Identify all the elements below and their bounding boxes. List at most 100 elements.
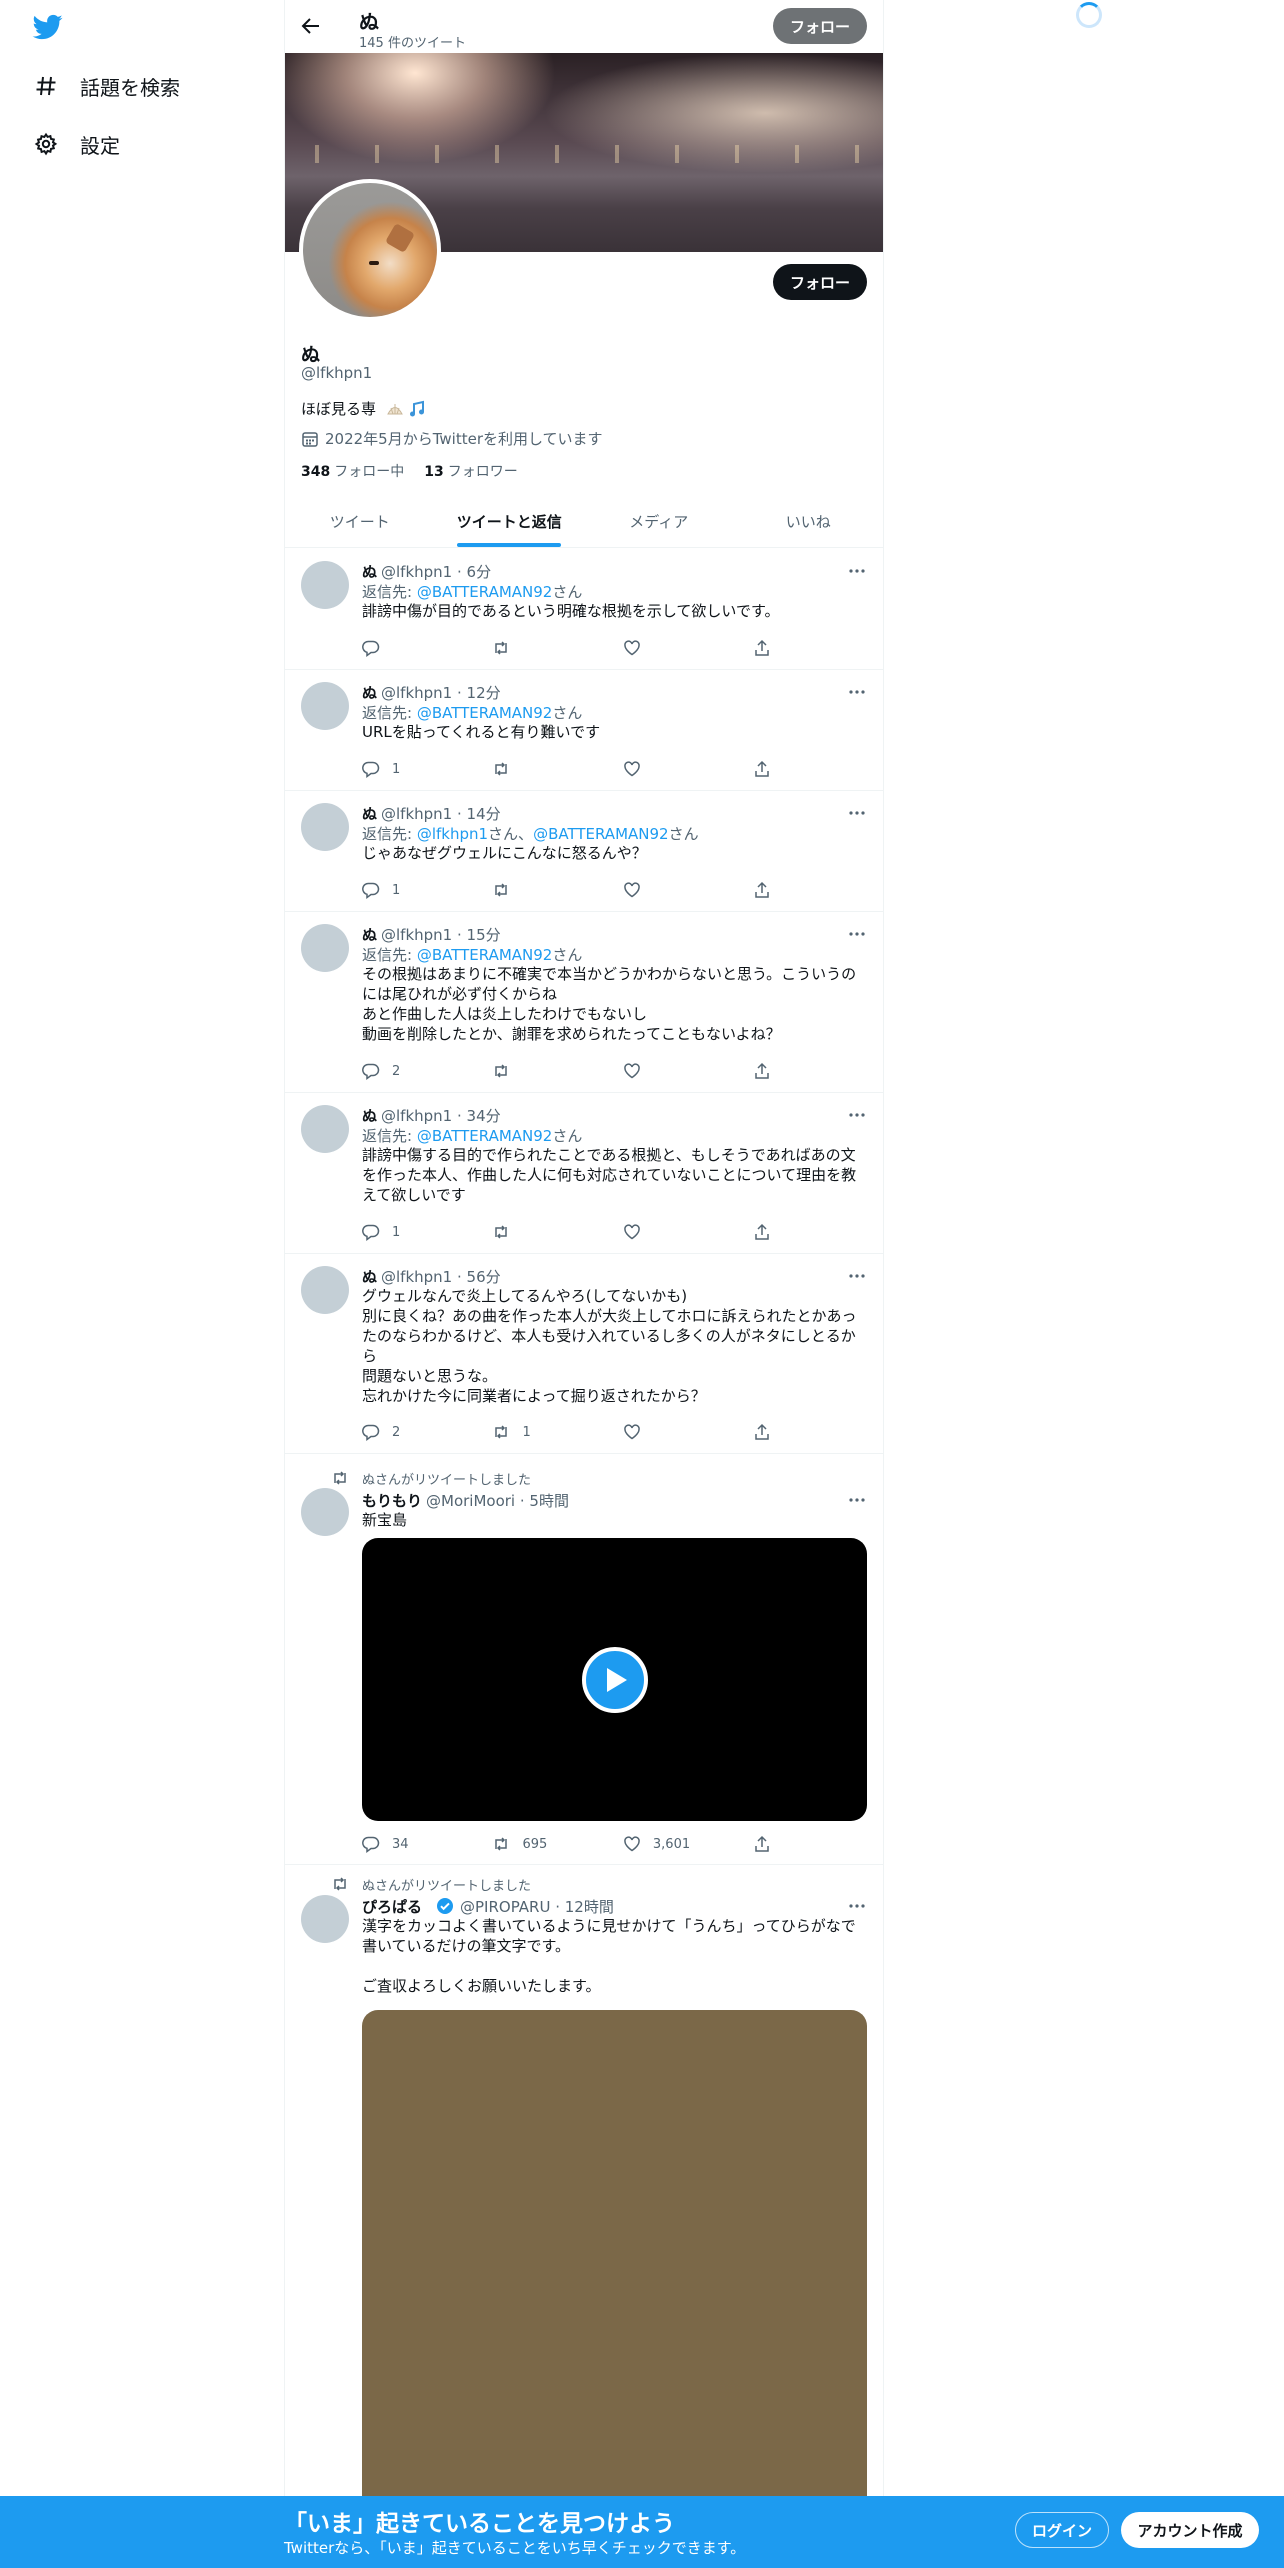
following-count: 348 bbox=[301, 464, 331, 480]
tweet-body: ぬ @lfkhpn1 · 14分 返信先: @lfkhpn1さん、@BATTERA… bbox=[362, 803, 867, 863]
follow-button[interactable]: フォロー bbox=[773, 264, 867, 300]
share-button[interactable] bbox=[753, 1061, 792, 1081]
play-icon bbox=[606, 1667, 627, 1692]
tweet-author-name[interactable]: ぬ bbox=[362, 803, 377, 824]
share-icon bbox=[755, 1835, 770, 1852]
reply-button[interactable]: 1 bbox=[362, 1222, 492, 1242]
tweet-author-name[interactable]: ぬ bbox=[362, 1266, 377, 1287]
like-button[interactable] bbox=[623, 759, 753, 779]
reply-mention[interactable]: @BATTERAMAN92 bbox=[533, 825, 669, 843]
retweet-button[interactable] bbox=[492, 638, 622, 658]
heart-icon bbox=[624, 1424, 640, 1440]
retweeted-by-label[interactable]: ぬさんがリツイートしました bbox=[362, 1875, 531, 1894]
like-button[interactable] bbox=[623, 1422, 753, 1442]
reply-mention[interactable]: @BATTERAMAN92 bbox=[417, 583, 553, 601]
reply-mention[interactable]: @lfkhpn1 bbox=[417, 825, 488, 843]
nav-explore[interactable]: 話題を検索 bbox=[34, 66, 180, 106]
retweet-button[interactable] bbox=[492, 759, 622, 779]
profile-avatar[interactable] bbox=[299, 179, 441, 321]
tweet[interactable]: ぬ @lfkhpn1 · 56分 グウェルなんで炎上してるんやろ(してないかも) … bbox=[285, 1254, 883, 1454]
tweet-photo[interactable] bbox=[362, 2010, 867, 2510]
retweet-icon bbox=[495, 762, 508, 776]
twitter-bird-icon[interactable] bbox=[30, 12, 66, 42]
play-button[interactable] bbox=[581, 1646, 648, 1713]
avatar[interactable] bbox=[301, 1105, 349, 1153]
tab-tweets-and-replies[interactable]: ツイートと返信 bbox=[435, 495, 585, 547]
tweet-author-name[interactable]: ぬ bbox=[362, 682, 377, 703]
retweeted-by-label[interactable]: ぬさんがリツイートしました bbox=[362, 1469, 531, 1488]
reply-button[interactable]: 1 bbox=[362, 759, 492, 779]
share-button[interactable] bbox=[753, 1834, 792, 1854]
like-button[interactable] bbox=[623, 1222, 753, 1242]
avatar[interactable] bbox=[301, 561, 349, 609]
tweet[interactable]: ぬ @lfkhpn1 · 15分 返信先: @BATTERAMAN92さん その根… bbox=[285, 912, 883, 1093]
avatar[interactable] bbox=[301, 1266, 349, 1314]
avatar[interactable] bbox=[301, 1895, 349, 1943]
reply-mention[interactable]: @BATTERAMAN92 bbox=[417, 1127, 553, 1145]
tweet-actions: 1 bbox=[362, 1222, 792, 1242]
retweet-button[interactable]: 1 bbox=[492, 1422, 622, 1442]
tweet[interactable]: ぬさんがリツイートしました もりもり @MoriMoori · 5時間 新宝島 3… bbox=[285, 1454, 883, 1865]
tweet-text: グウェルなんで炎上してるんやろ(してないかも) 別に良くね？あの曲を作った本人が… bbox=[362, 1287, 857, 1405]
header-profile-name: ぬ bbox=[359, 10, 379, 34]
followers-link[interactable]: 13 フォロワー bbox=[424, 461, 517, 481]
avatar[interactable] bbox=[301, 1488, 349, 1536]
reply-button[interactable]: 2 bbox=[362, 1422, 492, 1442]
share-button[interactable] bbox=[753, 759, 792, 779]
retweet-button[interactable]: 695 bbox=[492, 1834, 622, 1854]
tweet-author-name[interactable]: もりもり bbox=[362, 1490, 422, 1511]
avatar[interactable] bbox=[301, 924, 349, 972]
gear-icon bbox=[34, 132, 58, 156]
retweet-button[interactable] bbox=[492, 1222, 622, 1242]
reply-mention[interactable]: @BATTERAMAN92 bbox=[417, 704, 553, 722]
like-button[interactable] bbox=[623, 880, 753, 900]
tweet-reply-to: 返信先: @BATTERAMAN92さん bbox=[362, 581, 867, 601]
nav-settings[interactable]: 設定 bbox=[34, 124, 120, 164]
following-link[interactable]: 348 フォロー中 bbox=[301, 461, 404, 481]
share-button[interactable] bbox=[753, 880, 792, 900]
tweet[interactable]: ぬ @lfkhpn1 · 6分 返信先: @BATTERAMAN92さん 誹謗中傷… bbox=[285, 549, 883, 670]
tweet[interactable]: ぬさんがリツイートしました ぴろぱる @PIROPARU · 12時間 漢字をカ… bbox=[285, 1866, 883, 2568]
tweet[interactable]: ぬ @lfkhpn1 · 12分 返信先: @BATTERAMAN92さん URL… bbox=[285, 670, 883, 791]
header-follow-button[interactable]: フォロー bbox=[773, 8, 867, 44]
tab-tweets[interactable]: ツイート bbox=[285, 495, 435, 547]
tweet-meta: @lfkhpn1 · 6分 bbox=[381, 562, 492, 581]
profile-column: ぬ 145 件のツイート フォロー フォロー ぬ @lfkhpn1 ほぼ見る専 … bbox=[284, 0, 884, 2568]
login-button[interactable]: ログイン bbox=[1015, 2512, 1109, 2548]
heart-icon bbox=[624, 882, 640, 898]
tweet-actions: 1 bbox=[362, 880, 792, 900]
video-player[interactable] bbox=[362, 1538, 867, 1821]
retweet-button[interactable] bbox=[492, 880, 622, 900]
tweet-author-name[interactable]: ぴろぱる bbox=[362, 1896, 422, 1917]
reply-mention[interactable]: @BATTERAMAN92 bbox=[417, 946, 553, 964]
like-button[interactable]: 3,601 bbox=[623, 1834, 753, 1854]
share-button[interactable] bbox=[753, 1422, 792, 1442]
tweet-author-name[interactable]: ぬ bbox=[362, 924, 377, 945]
reply-suffix: さん bbox=[552, 583, 583, 601]
tweet-author-name[interactable]: ぬ bbox=[362, 1105, 377, 1126]
like-button[interactable] bbox=[623, 638, 753, 658]
arrow-left-icon[interactable] bbox=[299, 14, 323, 38]
like-button[interactable] bbox=[623, 1061, 753, 1081]
avatar[interactable] bbox=[301, 803, 349, 851]
tweet[interactable]: ぬ @lfkhpn1 · 14分 返信先: @lfkhpn1さん、@BATTERA… bbox=[285, 791, 883, 912]
share-icon bbox=[755, 760, 770, 777]
tab-media[interactable]: メディア bbox=[584, 495, 734, 547]
verified-badge-icon bbox=[437, 1898, 454, 1914]
reply-button[interactable]: 2 bbox=[362, 1061, 492, 1081]
signup-button[interactable]: アカウント作成 bbox=[1121, 2512, 1259, 2548]
retweet-button[interactable] bbox=[492, 1061, 622, 1081]
reply-button[interactable] bbox=[362, 638, 492, 658]
tab-likes[interactable]: いいね bbox=[734, 495, 884, 547]
avatar[interactable] bbox=[301, 682, 349, 730]
share-button[interactable] bbox=[753, 638, 792, 658]
tweet-header: ぬ @lfkhpn1 · 14分 bbox=[362, 803, 867, 823]
signup-banner: 「いま」起きていることを見つけよう Twitterなら、「いま」起きていることを… bbox=[0, 2496, 1284, 2568]
tweet[interactable]: ぬ @lfkhpn1 · 34分 返信先: @BATTERAMAN92さん 誹謗中… bbox=[285, 1093, 883, 1254]
reply-button[interactable]: 1 bbox=[362, 880, 492, 900]
reply-button[interactable]: 34 bbox=[362, 1834, 492, 1854]
share-button[interactable] bbox=[753, 1222, 792, 1242]
tweet-header: ぴろぱる @PIROPARU · 12時間 bbox=[362, 1896, 867, 1916]
tweet-author-name[interactable]: ぬ bbox=[362, 561, 377, 582]
share-icon bbox=[755, 1223, 770, 1240]
